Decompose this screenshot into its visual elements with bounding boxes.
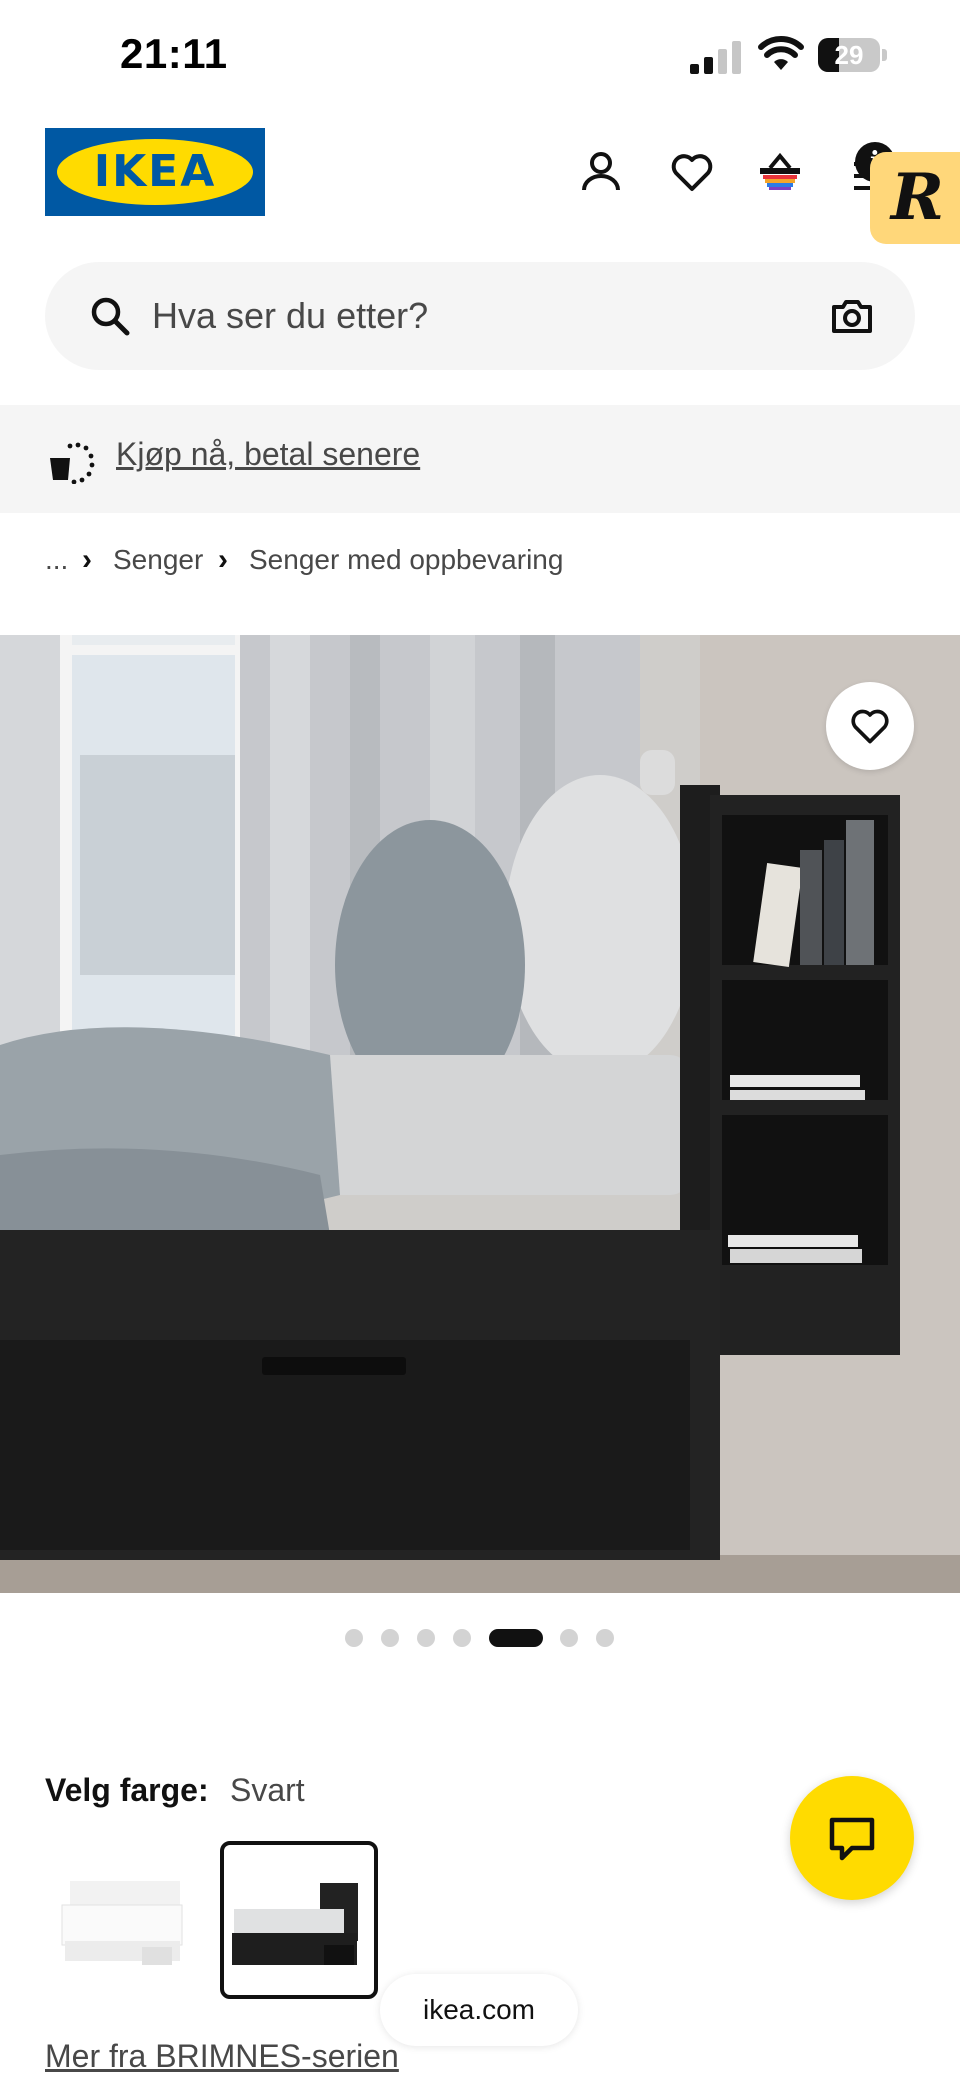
add-to-favorites-button[interactable] — [826, 682, 914, 770]
product-image[interactable] — [0, 635, 960, 1593]
chat-button[interactable] — [790, 1776, 914, 1900]
search-input[interactable]: Hva ser du etter? — [152, 292, 428, 340]
chevron-right-icon: › — [82, 543, 92, 576]
camera-icon[interactable] — [830, 294, 874, 338]
breadcrumb-item-senger[interactable]: Senger — [113, 540, 203, 580]
wifi-icon — [758, 36, 804, 70]
cellular-signal-icon — [690, 41, 741, 74]
buy-now-pay-later-link[interactable]: Kjøp nå, betal senere — [116, 432, 420, 476]
color-label: Velg farge: — [45, 1772, 209, 1808]
browser-url-pill[interactable]: ikea.com — [380, 1974, 578, 2046]
pagination-dot[interactable] — [560, 1629, 578, 1647]
status-time: 21:11 — [120, 30, 228, 77]
series-link[interactable]: Mer fra BRIMNES-serien — [45, 2036, 399, 2076]
heart-icon[interactable] — [668, 148, 716, 196]
ikea-logo[interactable]: IKEA — [45, 128, 265, 216]
chat-icon — [829, 1817, 875, 1861]
pagination-dot[interactable] — [596, 1629, 614, 1647]
search-icon — [91, 297, 130, 336]
pay-later-icon — [50, 442, 95, 484]
color-option-black[interactable] — [220, 1841, 378, 1999]
breadcrumb-ellipsis[interactable]: ... — [45, 540, 68, 580]
battery-level: 29 — [834, 40, 864, 70]
breadcrumb-item-senger-med-oppbevaring[interactable]: Senger med oppbevaring — [249, 540, 563, 580]
heart-icon — [851, 709, 889, 744]
pagination-dot[interactable] — [417, 1629, 435, 1647]
selected-color-value: Svart — [230, 1772, 305, 1808]
extension-r-icon[interactable]: R — [870, 152, 960, 244]
pagination-dot[interactable] — [345, 1629, 363, 1647]
shopping-bag-icon[interactable] — [756, 148, 804, 196]
chevron-right-icon: › — [218, 543, 228, 576]
pagination-dot[interactable] — [381, 1629, 399, 1647]
user-icon[interactable] — [577, 148, 625, 196]
pagination-dot-active[interactable] — [489, 1629, 543, 1647]
battery-icon: 29 — [818, 38, 880, 72]
pagination-dot[interactable] — [453, 1629, 471, 1647]
color-option-white[interactable] — [50, 1843, 200, 1993]
bed-photo — [0, 635, 960, 1593]
